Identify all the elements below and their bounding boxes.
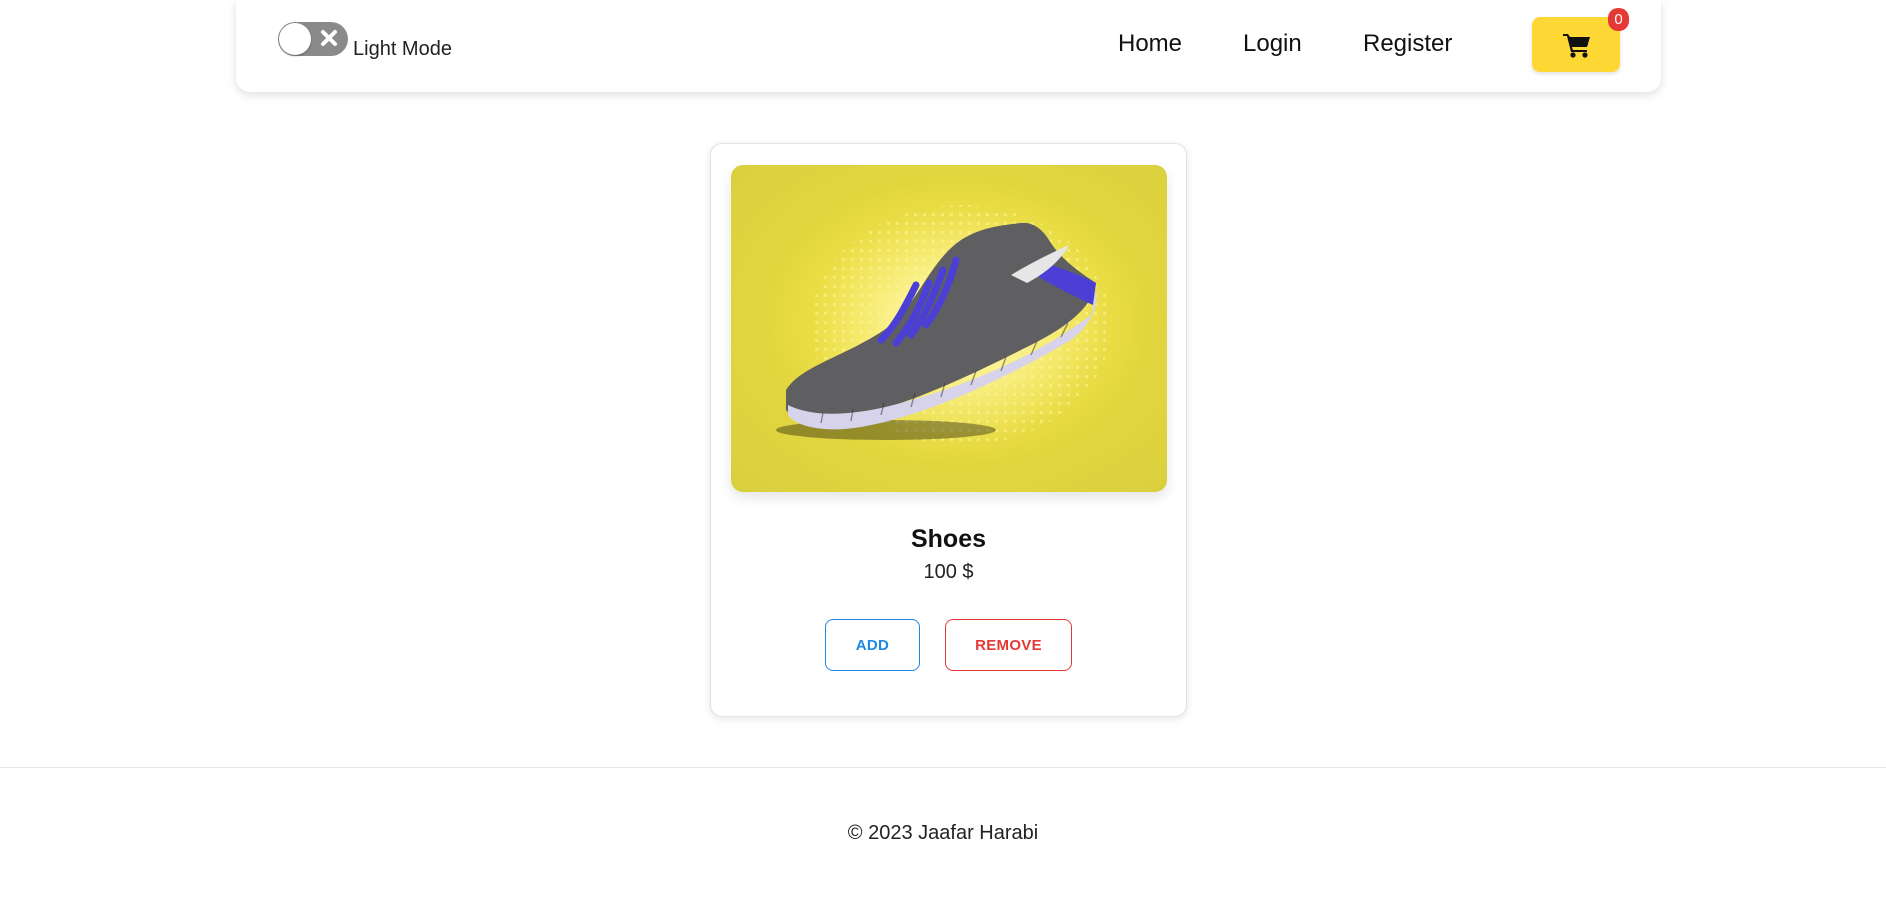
navbar: Light Mode Home Login Register (236, 0, 1661, 92)
product-card: Shoes 100 $ ADD REMOVE (710, 143, 1187, 717)
close-icon (321, 30, 337, 46)
toggle-knob (279, 23, 311, 55)
cart-count-badge: 0 (1608, 8, 1629, 31)
shopping-cart-icon (1563, 34, 1590, 58)
nav-link-login[interactable]: Login (1243, 30, 1302, 58)
nav-link-register[interactable]: Register (1363, 30, 1452, 58)
nav-link-home[interactable]: Home (1118, 30, 1182, 58)
footer-divider (0, 767, 1886, 768)
product-price: 100 $ (923, 561, 974, 583)
product-name: Shoes (910, 525, 987, 553)
theme-mode-label: Light Mode (353, 38, 452, 60)
cart-button[interactable] (1532, 17, 1620, 72)
theme-toggle-switch[interactable] (278, 22, 348, 56)
sneaker-image (776, 205, 1111, 445)
product-image (731, 165, 1167, 492)
remove-from-cart-button[interactable]: REMOVE (945, 619, 1072, 671)
add-to-cart-button[interactable]: ADD (825, 619, 920, 671)
footer-copyright: © 2023 Jaafar Harabi (847, 822, 1039, 844)
